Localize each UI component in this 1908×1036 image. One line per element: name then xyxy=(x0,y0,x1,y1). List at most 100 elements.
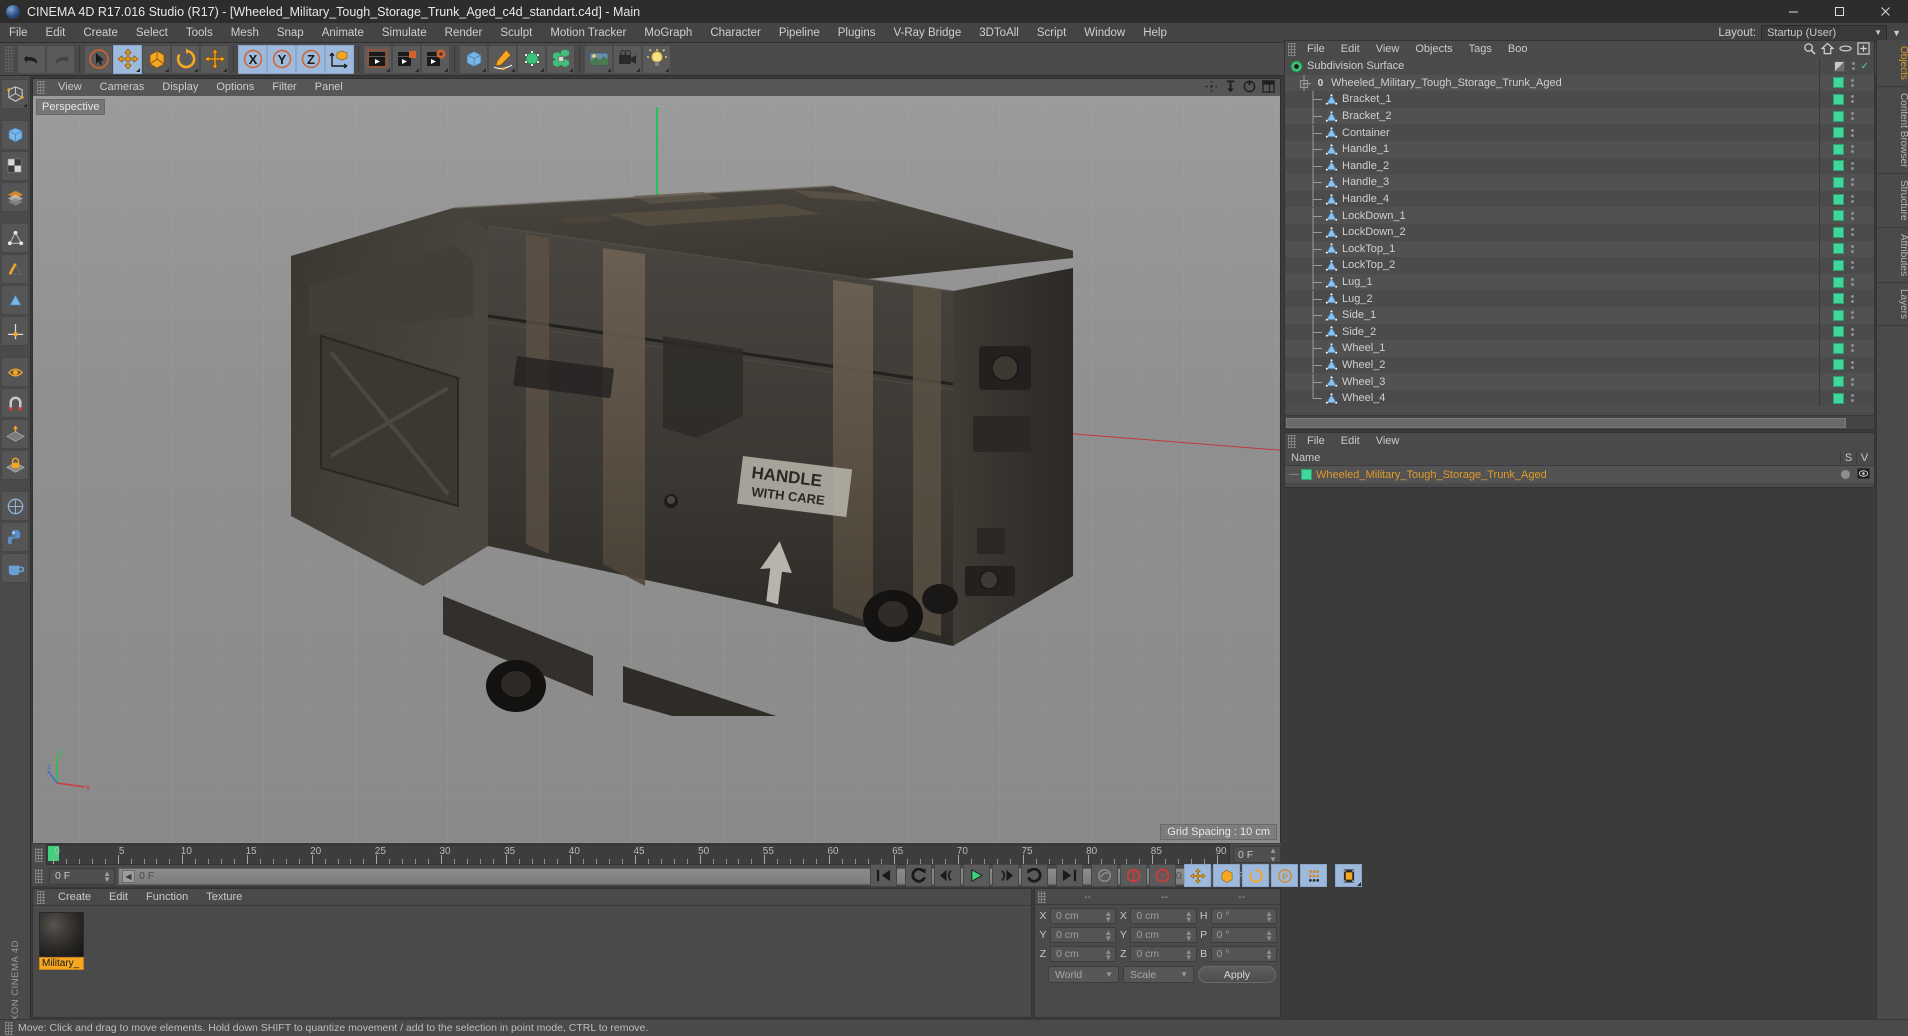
object-row[interactable]: Side_1 xyxy=(1285,306,1874,325)
object-row[interactable]: 0 Wheeled_Military_Tough_Storage_Trunk_Ag… xyxy=(1285,74,1874,92)
menu-overflow-icon[interactable]: ▼ xyxy=(1892,28,1904,38)
object-material-swatch[interactable] xyxy=(1833,276,1844,288)
layer-menu-view[interactable]: View xyxy=(1368,433,1408,450)
object-row[interactable]: LockDown_1 xyxy=(1285,207,1874,225)
material-menu-grip[interactable] xyxy=(37,890,45,904)
spinner-icon[interactable]: ▲▼ xyxy=(1185,928,1193,942)
tree-branch-icon[interactable] xyxy=(1300,74,1313,91)
object-material-swatch[interactable] xyxy=(1833,77,1844,89)
object-material-swatch[interactable] xyxy=(1833,309,1844,321)
record-active-objects-button[interactable] xyxy=(1091,864,1118,887)
object-visibility-dots[interactable] xyxy=(1851,128,1854,137)
prev-keyframe-button[interactable] xyxy=(905,864,932,887)
object-row[interactable]: Container xyxy=(1285,124,1874,142)
viewport-menu-display[interactable]: Display xyxy=(153,79,207,96)
step-back-frame-button[interactable] xyxy=(934,864,961,887)
tree-branch-icon[interactable] xyxy=(1311,257,1324,275)
object-material-swatch[interactable] xyxy=(1833,376,1844,388)
world-coord-button[interactable] xyxy=(325,44,354,74)
object-row[interactable]: Side_2 xyxy=(1285,323,1874,341)
timeline-button[interactable] xyxy=(1335,864,1362,887)
tree-branch-icon[interactable] xyxy=(1311,141,1324,159)
tree-branch-icon[interactable] xyxy=(1311,174,1324,192)
home-icon[interactable] xyxy=(1820,42,1835,58)
render-view-button[interactable] xyxy=(363,44,392,74)
timeline-grip[interactable] xyxy=(35,847,43,862)
tree-branch-icon[interactable] xyxy=(1311,224,1324,242)
viewport-menu-view[interactable]: View xyxy=(49,79,91,96)
coord-field-size-z[interactable]: 0 cm ▲ ▼ xyxy=(1130,945,1197,962)
workplane-button[interactable] xyxy=(1,419,29,449)
object-visibility-dots[interactable] xyxy=(1851,145,1854,154)
object-visibility-dots[interactable] xyxy=(1851,211,1854,220)
menu-item-motion-tracker[interactable]: Motion Tracker xyxy=(541,23,635,43)
spinner-icon[interactable]: ▲▼ xyxy=(1265,909,1273,923)
spinner-icon[interactable]: ▲▼ xyxy=(1265,947,1273,961)
material-menu-create[interactable]: Create xyxy=(49,889,100,906)
spinner-icon[interactable]: ▲▼ xyxy=(1104,928,1112,942)
material-item[interactable]: Military_ xyxy=(39,912,84,970)
maximize-button[interactable] xyxy=(1816,0,1862,23)
scale-tool-button[interactable] xyxy=(142,44,171,74)
light-button[interactable] xyxy=(642,44,671,74)
object-row[interactable]: Handle_4 xyxy=(1285,190,1874,209)
grid-lock-button[interactable] xyxy=(1,450,29,480)
tree-branch-icon[interactable] xyxy=(1311,207,1324,225)
material-menu-edit[interactable]: Edit xyxy=(100,889,137,906)
dock-tab-objects[interactable]: Objects xyxy=(1877,40,1908,87)
go-to-end-button[interactable] xyxy=(1056,864,1083,887)
menu-item-mograph[interactable]: MoGraph xyxy=(635,23,701,43)
tree-branch-icon[interactable] xyxy=(1311,373,1324,391)
menu-item-edit[interactable]: Edit xyxy=(37,23,75,43)
plus-box-icon[interactable] xyxy=(1857,41,1870,58)
tree-branch-icon[interactable] xyxy=(1311,290,1324,308)
object-row[interactable]: LockTop_2 xyxy=(1285,257,1874,275)
object-material-swatch[interactable] xyxy=(1833,293,1844,305)
object-row[interactable]: Wheel_4 xyxy=(1285,389,1874,407)
object-material-swatch[interactable] xyxy=(1833,210,1844,222)
object-visibility-dots[interactable] xyxy=(1851,228,1854,237)
object-menu-view[interactable]: View xyxy=(1368,41,1408,58)
tree-branch-icon[interactable] xyxy=(1311,240,1324,258)
layer-manager-grip[interactable] xyxy=(1288,435,1296,448)
object-visibility-dots[interactable] xyxy=(1851,311,1854,320)
object-visibility-dots[interactable] xyxy=(1851,244,1854,253)
spinner-icon[interactable]: ▲▼ xyxy=(1104,909,1112,923)
viewport-menu-panel[interactable]: Panel xyxy=(306,79,352,96)
tree-branch-icon[interactable] xyxy=(1311,108,1324,126)
point-mode-button[interactable] xyxy=(1,223,29,253)
tree-branch-icon[interactable] xyxy=(1311,340,1324,358)
coord-field-pos-y[interactable]: 0 cm ▲ ▼ xyxy=(1050,926,1117,943)
object-row[interactable]: LockTop_1 xyxy=(1285,240,1874,258)
make-editable-button[interactable] xyxy=(1,79,29,109)
close-button[interactable] xyxy=(1862,0,1908,23)
tree-branch-icon[interactable] xyxy=(1311,390,1324,406)
apply-button[interactable]: Apply xyxy=(1198,966,1276,983)
menu-item-help[interactable]: Help xyxy=(1134,23,1176,43)
menu-item-3dtoall[interactable]: 3DToAll xyxy=(970,23,1028,43)
minimize-button[interactable] xyxy=(1770,0,1816,23)
material-menu-texture[interactable]: Texture xyxy=(197,889,251,906)
spinner-icon[interactable]: ▲▼ xyxy=(1185,947,1193,961)
go-to-start-button[interactable] xyxy=(870,864,897,887)
toolbar-grip[interactable] xyxy=(5,46,14,72)
object-row[interactable]: Wheel_1 xyxy=(1285,340,1874,358)
object-manager-scroll-thumb[interactable] xyxy=(1286,418,1846,428)
layer-menu-file[interactable]: File xyxy=(1299,433,1333,450)
object-menu-file[interactable]: File xyxy=(1299,41,1333,58)
menu-item-snap[interactable]: Snap xyxy=(268,23,313,43)
object-manager-grip[interactable] xyxy=(1288,43,1296,56)
object-material-swatch[interactable] xyxy=(1833,60,1845,72)
spinner-icon[interactable]: ▲▼ xyxy=(1265,928,1273,942)
tree-branch-icon[interactable] xyxy=(1311,274,1324,292)
object-visibility-dots[interactable] xyxy=(1851,95,1854,104)
coord-field-pos-z[interactable]: 0 cm ▲ ▼ xyxy=(1050,945,1117,962)
ellipse-icon[interactable] xyxy=(1839,42,1852,58)
menu-item-pipeline[interactable]: Pipeline xyxy=(770,23,829,43)
object-material-swatch[interactable] xyxy=(1833,226,1844,238)
object-row[interactable]: Bracket_2 xyxy=(1285,107,1874,126)
move-tool-button[interactable] xyxy=(113,44,142,74)
material-menu-function[interactable]: Function xyxy=(137,889,197,906)
camera-button[interactable] xyxy=(613,44,642,74)
layer-visibility-icon[interactable] xyxy=(1857,467,1870,482)
